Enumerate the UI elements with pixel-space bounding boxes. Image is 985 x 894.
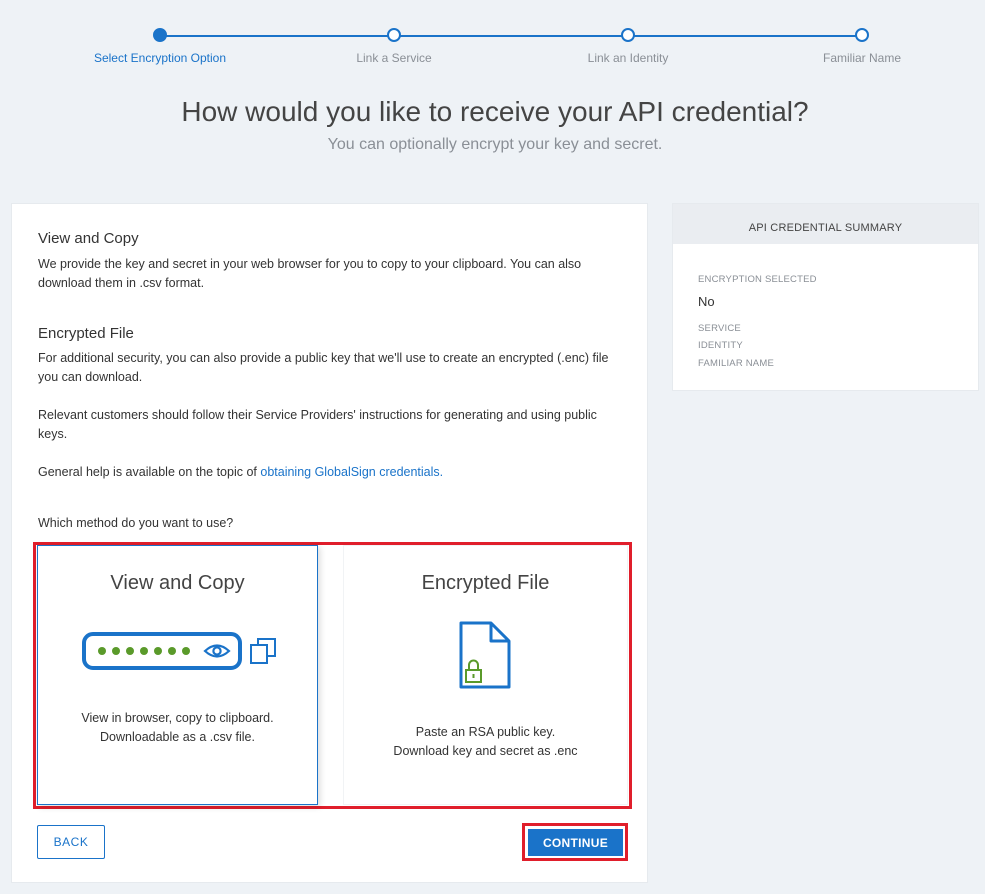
page-title: How would you like to receive your API c…: [181, 96, 809, 127]
summary-title: API CREDENTIAL SUMMARY: [673, 204, 978, 244]
step-label: Link an Identity: [587, 51, 669, 65]
view-copy-desc-line1: View in browser, copy to clipboard.: [81, 711, 274, 725]
encrypted-file-heading: Encrypted File: [38, 325, 134, 342]
encryption-selected-label: ENCRYPTION SELECTED: [698, 274, 817, 285]
locked-file-icon: [459, 621, 511, 689]
familiar-name-label: FAMILIAR NAME: [698, 358, 774, 369]
encrypted-desc-line2: Download key and secret as .enc: [393, 744, 578, 758]
masked-password-icon: [82, 632, 276, 670]
view-copy-heading: View and Copy: [38, 230, 139, 247]
continue-button[interactable]: CONTINUE: [528, 829, 623, 856]
relevant-customers-text: Relevant customers should follow their S…: [38, 408, 597, 441]
step-dot: [621, 28, 635, 42]
step-label: Link a Service: [356, 51, 432, 65]
help-prefix: General help is available on the topic o…: [38, 465, 261, 479]
view-copy-desc-line2: Downloadable as a .csv file.: [100, 730, 255, 744]
service-label: SERVICE: [698, 323, 741, 334]
step-link-identity: Link an Identity: [548, 28, 708, 65]
encrypted-file-option-tile[interactable]: Encrypted File Paste an RSA public key. …: [343, 545, 628, 805]
progress-stepper: Select Encryption Option Link a Service …: [0, 0, 985, 80]
encrypted-file-description: For additional security, you can also pr…: [38, 351, 609, 384]
stepper-line: [160, 35, 863, 37]
encryption-options-card: View and Copy We provide the key and sec…: [11, 203, 648, 883]
view-copy-description: We provide the key and secret in your we…: [38, 257, 582, 290]
view-copy-option-tile[interactable]: View and Copy View in browser, copy to c…: [37, 545, 318, 805]
view-copy-option-title: View and Copy: [110, 572, 245, 594]
step-dot: [855, 28, 869, 42]
step-familiar-name: Familiar Name: [782, 28, 942, 65]
back-button[interactable]: BACK: [37, 825, 105, 859]
step-select-encryption: Select Encryption Option: [80, 28, 240, 65]
encrypted-desc-line1: Paste an RSA public key.: [415, 725, 556, 739]
identity-label: IDENTITY: [698, 340, 743, 351]
step-link-service: Link a Service: [314, 28, 474, 65]
general-help-text: General help is available on the topic o…: [38, 463, 628, 482]
step-label: Familiar Name: [822, 51, 901, 65]
page-heading: How would you like to receive your API c…: [0, 96, 985, 154]
globalsign-credentials-link[interactable]: obtaining GlobalSign credentials.: [260, 465, 443, 479]
page-subtitle: You can optionally encrypt your key and …: [327, 136, 663, 153]
step-label: Select Encryption Option: [93, 51, 227, 65]
step-dot-active: [153, 28, 167, 42]
encrypted-file-option-title: Encrypted File: [421, 572, 550, 594]
encryption-selected-value: No: [698, 294, 715, 309]
step-dot: [387, 28, 401, 42]
api-credential-summary-panel: API CREDENTIAL SUMMARY ENCRYPTION SELECT…: [672, 203, 979, 391]
method-question: Which method do you want to use?: [38, 516, 234, 530]
